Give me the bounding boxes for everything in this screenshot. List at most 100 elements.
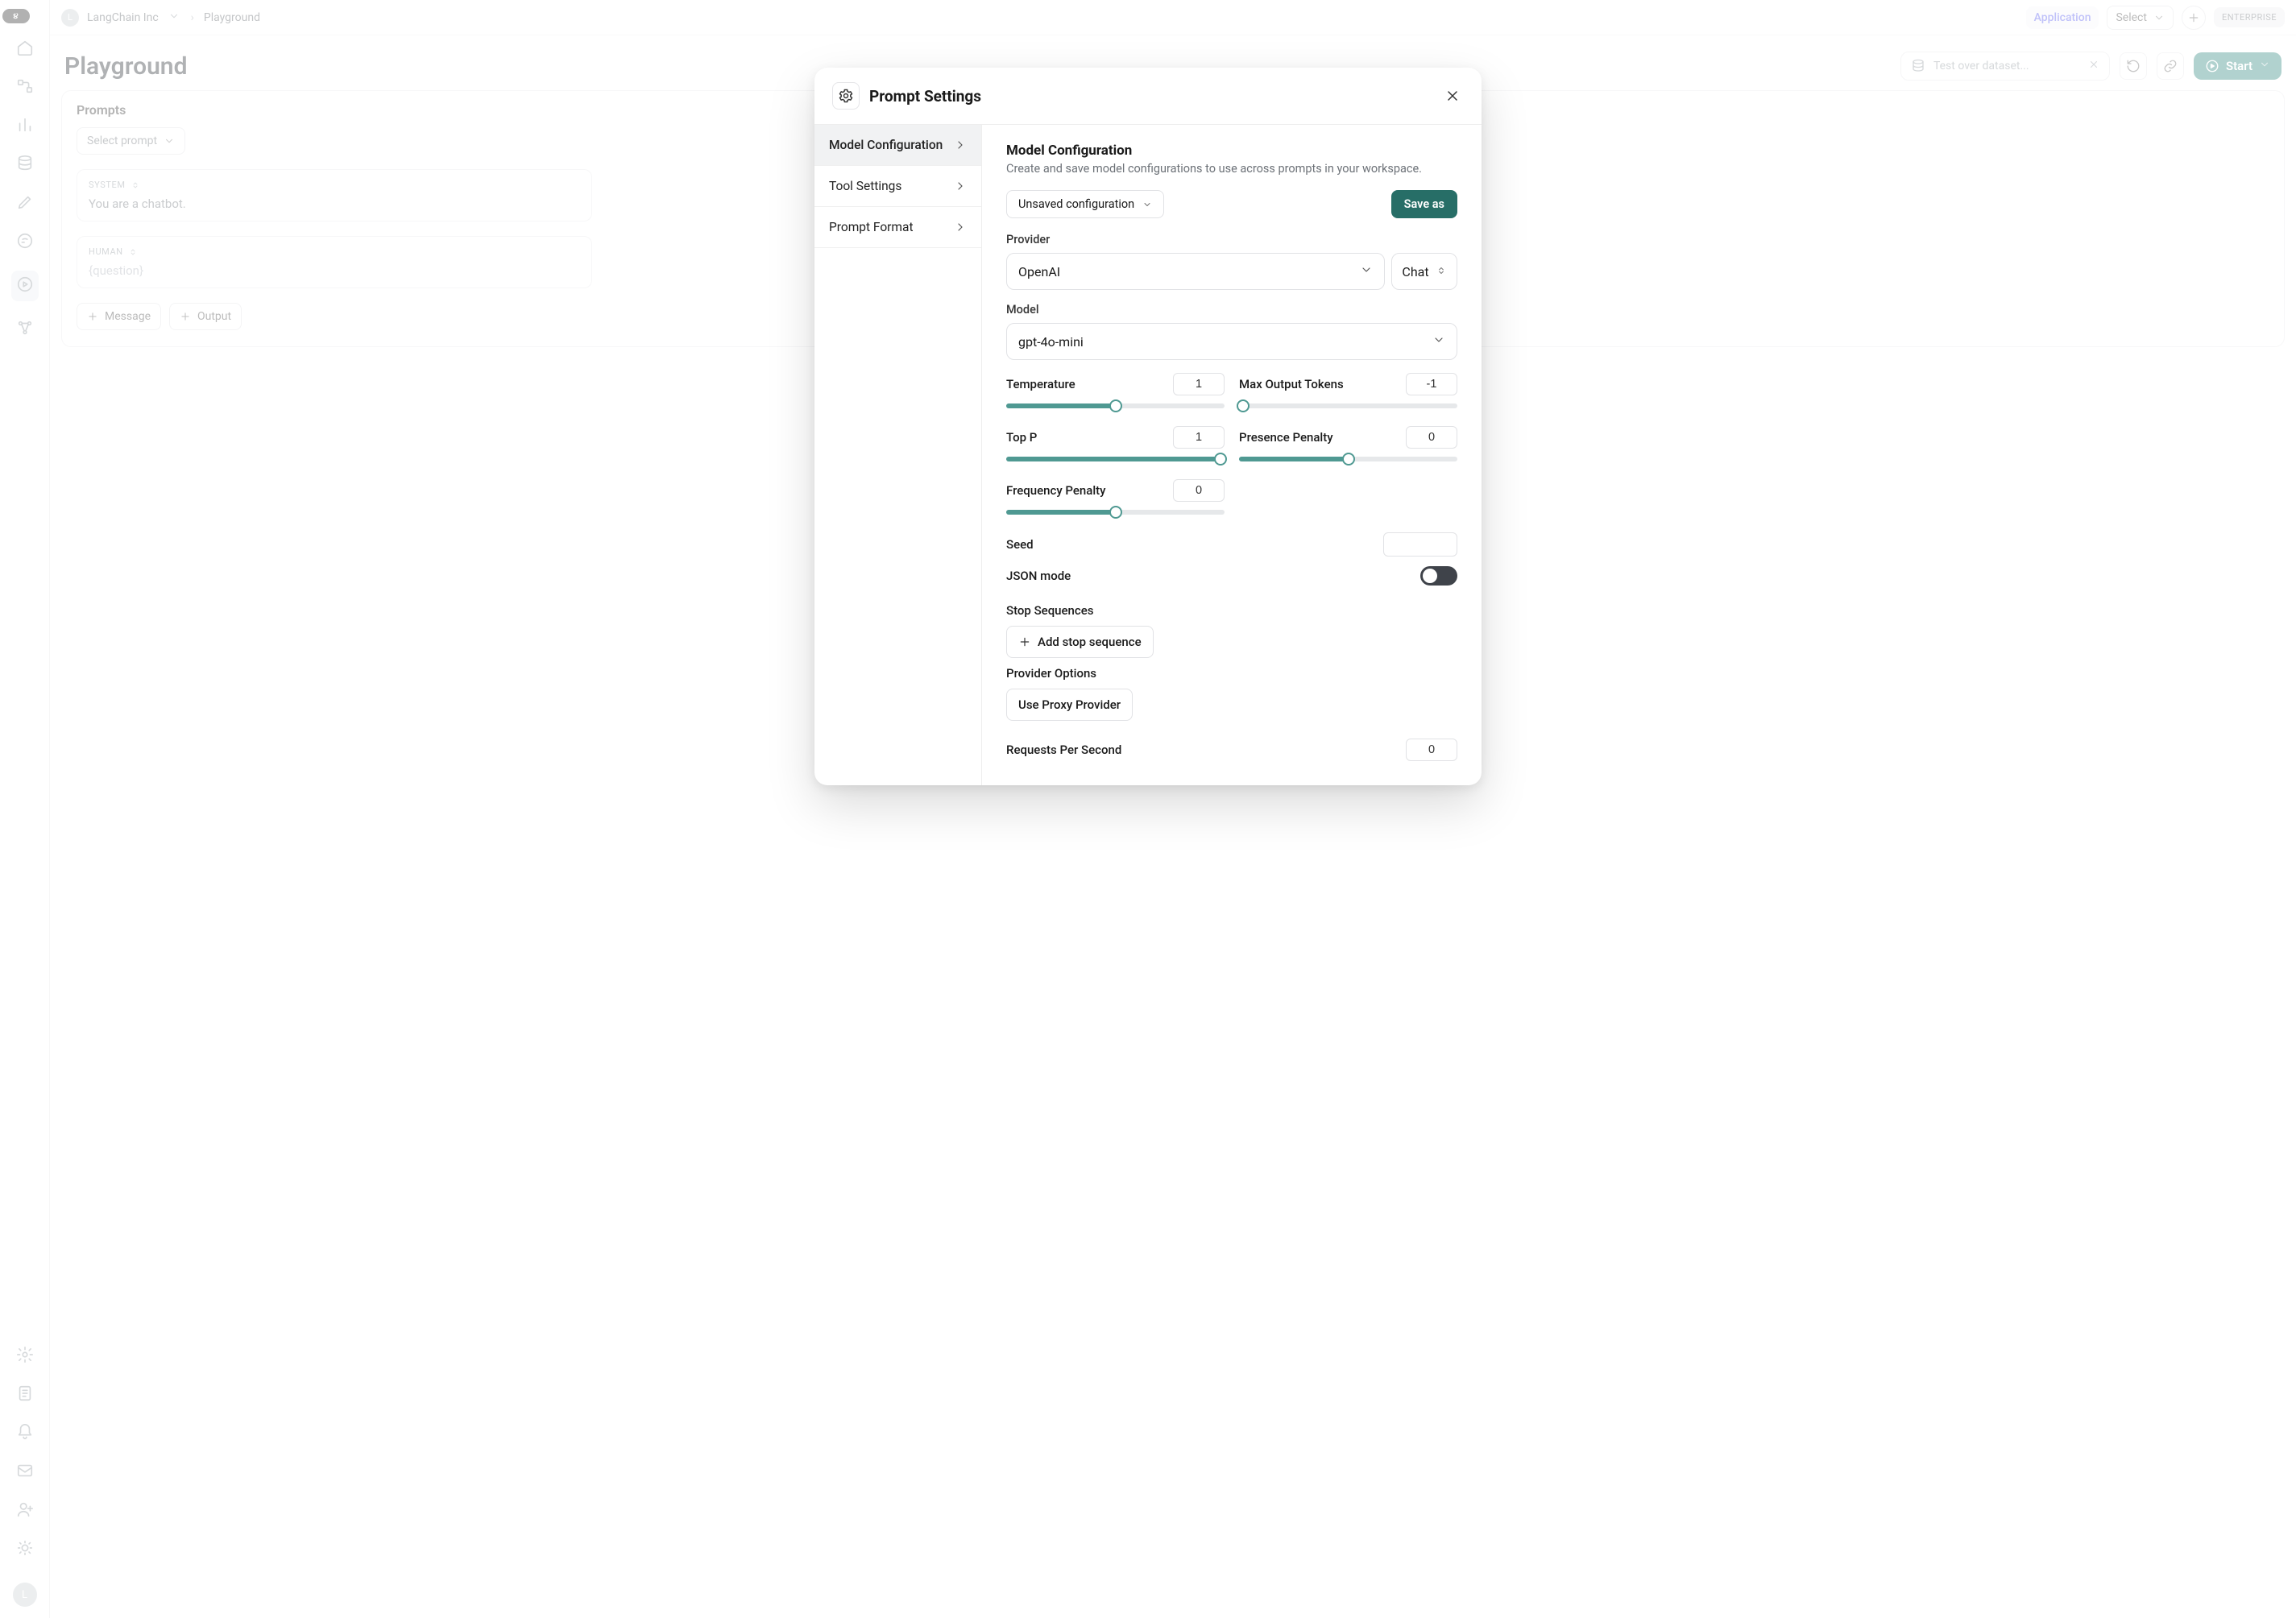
breadcrumb-current: Playground	[204, 11, 260, 24]
provider-label: Provider	[1006, 233, 1457, 246]
provider-opts-label: Provider Options	[1006, 666, 1457, 681]
section-description: Create and save model configurations to …	[1006, 162, 1457, 176]
enterprise-badge: ENTERPRISE	[2214, 7, 2285, 27]
nav-prompt-format[interactable]: Prompt Format	[814, 207, 981, 248]
app-select[interactable]: Select	[2107, 6, 2173, 30]
logo-icon: ૪	[2, 9, 30, 23]
system-text[interactable]: You are a chatbot.	[89, 197, 580, 211]
provider-select[interactable]: OpenAI	[1006, 253, 1385, 290]
link-button[interactable]	[2157, 52, 2184, 80]
human-text[interactable]: {question}	[89, 263, 580, 278]
add-button[interactable]	[2182, 6, 2206, 30]
user-avatar[interactable]: L	[13, 1583, 37, 1607]
presence-slider[interactable]	[1239, 457, 1457, 461]
config-selector[interactable]: Unsaved configuration	[1006, 190, 1164, 218]
frequency-label: Frequency Penalty	[1006, 483, 1106, 498]
human-message-card[interactable]: HUMAN {question}	[77, 236, 592, 288]
param-temperature: Temperature	[1006, 373, 1225, 416]
seed-label: Seed	[1006, 537, 1034, 552]
frequency-input[interactable]	[1173, 479, 1225, 502]
docs-icon[interactable]	[16, 1384, 34, 1405]
temperature-input[interactable]	[1173, 373, 1225, 395]
settings-icon[interactable]	[16, 1346, 34, 1367]
org-avatar[interactable]: L	[61, 9, 79, 27]
top-bar: L LangChain Inc › Playground Application…	[50, 0, 2296, 35]
section-title: Model Configuration	[1006, 143, 1457, 159]
model-label: Model	[1006, 303, 1457, 317]
modal-title: Prompt Settings	[869, 87, 981, 106]
page-title: Playground	[64, 52, 187, 81]
use-proxy-button[interactable]: Use Proxy Provider	[1006, 689, 1133, 721]
nav-tool-settings[interactable]: Tool Settings	[814, 166, 981, 207]
org-name[interactable]: LangChain Inc	[87, 11, 159, 24]
presence-input[interactable]	[1406, 426, 1457, 449]
deploy-icon[interactable]	[16, 319, 34, 340]
max-tokens-input[interactable]	[1406, 373, 1457, 395]
add-output-label: Output	[197, 310, 231, 323]
human-role-label: HUMAN	[89, 246, 123, 257]
use-proxy-label: Use Proxy Provider	[1018, 697, 1121, 712]
param-presence: Presence Penalty	[1239, 426, 1457, 470]
presence-label: Presence Penalty	[1239, 430, 1333, 445]
home-icon[interactable]	[16, 39, 34, 60]
temperature-label: Temperature	[1006, 377, 1075, 391]
add-output-button[interactable]: Output	[169, 303, 242, 330]
flow-icon[interactable]	[16, 77, 34, 98]
frequency-slider[interactable]	[1006, 510, 1225, 515]
add-stop-sequence-button[interactable]: Add stop sequence	[1006, 626, 1154, 658]
modal-nav: Model Configuration Tool Settings Prompt…	[814, 125, 982, 785]
stop-seq-label: Stop Sequences	[1006, 603, 1457, 618]
prompt-settings-modal: Prompt Settings Model Configuration Tool…	[814, 68, 1482, 785]
gear-icon	[832, 82, 860, 110]
provider-value: OpenAI	[1018, 264, 1060, 279]
system-message-card[interactable]: SYSTEM You are a chatbot.	[77, 169, 592, 221]
top-p-slider[interactable]	[1006, 457, 1225, 461]
param-top-p: Top P	[1006, 426, 1225, 470]
param-max-tokens: Max Output Tokens	[1239, 373, 1457, 416]
mode-select[interactable]: Chat	[1391, 253, 1457, 290]
pencil-icon[interactable]	[16, 193, 34, 214]
dataset-clear-icon[interactable]	[2088, 59, 2099, 73]
save-as-button[interactable]: Save as	[1391, 190, 1457, 218]
json-mode-label: JSON mode	[1006, 569, 1071, 583]
app-select-label: Select	[2116, 11, 2146, 24]
notifications-icon[interactable]	[16, 1423, 34, 1444]
config-chip-label: Unsaved configuration	[1018, 197, 1134, 211]
temperature-slider[interactable]	[1006, 403, 1225, 408]
breadcrumb-sep-icon: ›	[191, 11, 194, 24]
dataset-placeholder: Test over dataset...	[1933, 60, 2029, 72]
invite-icon[interactable]	[16, 1500, 34, 1521]
nav-model-config[interactable]: Model Configuration	[814, 125, 981, 166]
system-role-label: SYSTEM	[89, 180, 126, 190]
max-tokens-label: Max Output Tokens	[1239, 377, 1344, 391]
start-button[interactable]: Start	[2194, 52, 2281, 80]
chevron-down-icon[interactable]	[168, 10, 180, 25]
refresh-button[interactable]	[2120, 52, 2147, 80]
model-select[interactable]: gpt-4o-mini	[1006, 323, 1457, 360]
seed-input[interactable]	[1383, 532, 1457, 557]
json-mode-toggle[interactable]	[1420, 566, 1457, 586]
database-icon[interactable]	[16, 155, 34, 176]
sidebar-collapse-icon[interactable]	[35, 8, 48, 24]
max-tokens-slider[interactable]	[1239, 403, 1457, 408]
top-p-label: Top P	[1006, 430, 1037, 445]
model-value: gpt-4o-mini	[1018, 334, 1084, 350]
chart-icon[interactable]	[16, 116, 34, 137]
dataset-selector[interactable]: Test over dataset...	[1900, 52, 2110, 81]
top-p-input[interactable]	[1173, 426, 1225, 449]
application-pill[interactable]: Application	[2026, 6, 2099, 29]
add-stop-label: Add stop sequence	[1038, 635, 1142, 649]
mode-value: Chat	[1402, 264, 1428, 279]
close-button[interactable]	[1441, 85, 1464, 107]
select-prompt-button[interactable]: Select prompt	[77, 127, 185, 155]
select-prompt-label: Select prompt	[87, 134, 157, 147]
theme-icon[interactable]	[16, 1539, 34, 1560]
playground-icon[interactable]	[11, 271, 39, 301]
inbox-icon[interactable]	[16, 1462, 34, 1483]
left-rail: ૪ L	[0, 0, 50, 1618]
annotate-icon[interactable]	[16, 232, 34, 253]
add-message-button[interactable]: Message	[77, 303, 161, 330]
rps-label: Requests Per Second	[1006, 743, 1121, 757]
nav-model-config-label: Model Configuration	[829, 138, 943, 152]
rps-input[interactable]	[1406, 739, 1457, 761]
